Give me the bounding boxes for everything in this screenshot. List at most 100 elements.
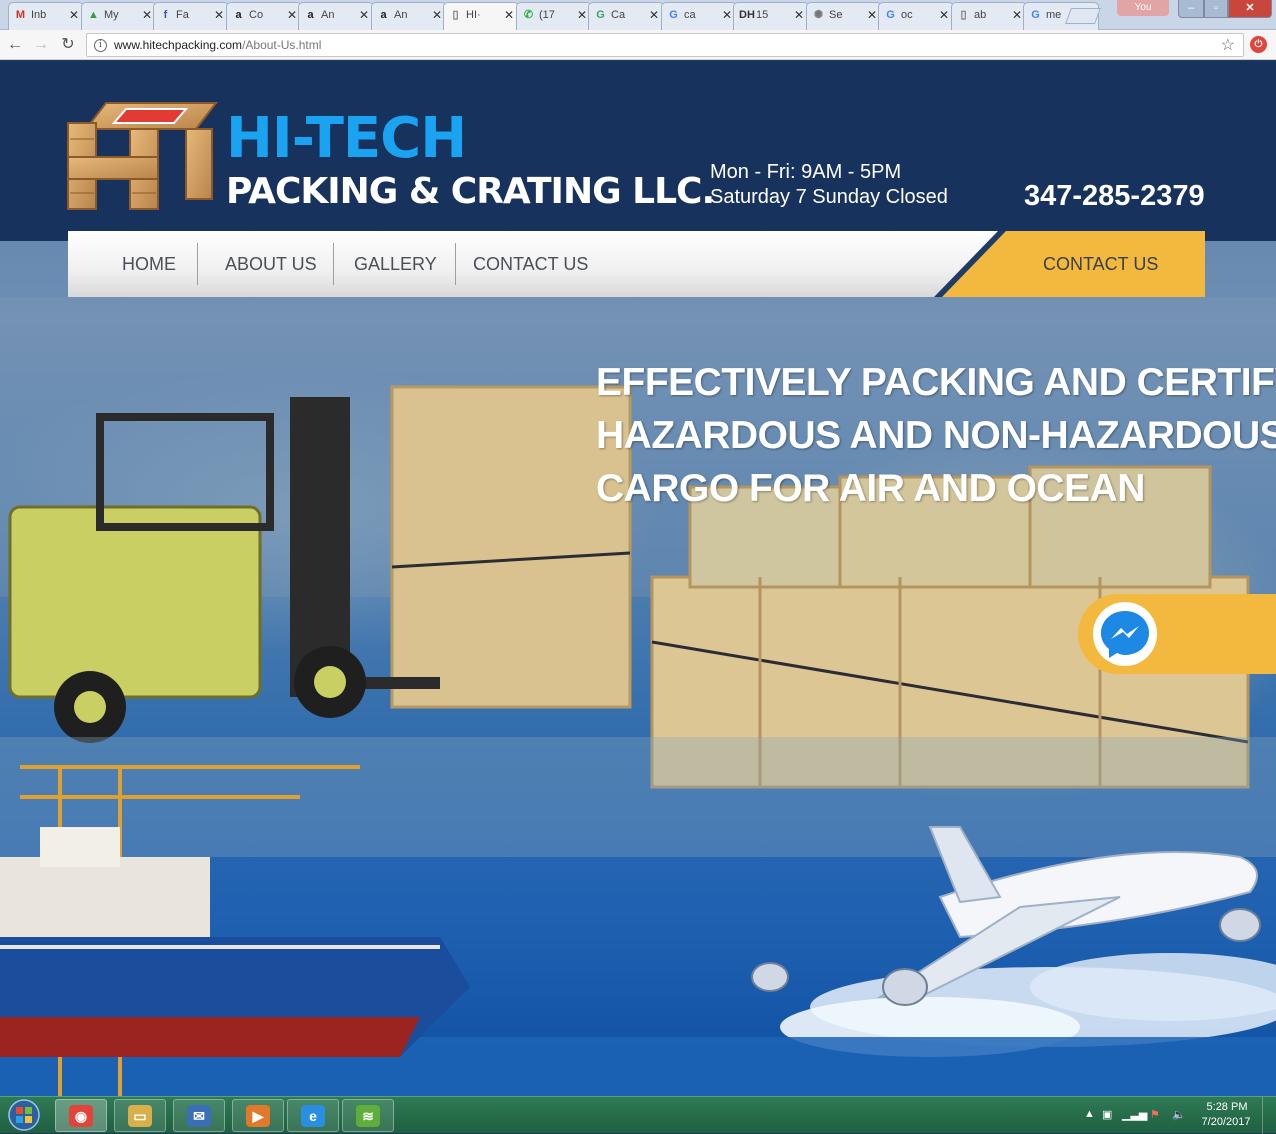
- nav-home[interactable]: HOME: [122, 254, 176, 275]
- brand-name-primary[interactable]: HI-TECH: [226, 109, 467, 169]
- network-signal-icon[interactable]: ▁▃▅: [1122, 1108, 1147, 1121]
- clock-date[interactable]: 7/20/2017: [1198, 1116, 1254, 1128]
- browser-tab-label: me: [1046, 9, 1062, 21]
- browser-tab[interactable]: ✺ Se ✕: [806, 2, 882, 30]
- phone-number[interactable]: 347-285-2379: [1024, 180, 1205, 213]
- whatsapp-icon: ✆: [523, 9, 534, 21]
- hours-weekday: Mon - Fri: 9AM - 5PM: [710, 161, 902, 183]
- maximize-button[interactable]: ▫: [1204, 0, 1228, 18]
- amazon-icon: a: [380, 9, 387, 21]
- close-tab-icon[interactable]: ✕: [287, 8, 297, 22]
- close-tab-icon[interactable]: ✕: [432, 8, 442, 22]
- close-tab-icon[interactable]: ✕: [142, 8, 152, 22]
- hero-headline-line-1: EFFECTIVELY PACKING AND CERTIFYING: [596, 361, 1276, 404]
- show-desktop-button[interactable]: [1262, 1097, 1276, 1134]
- globe-icon: ✺: [813, 9, 824, 21]
- hero-headline-line-2: HAZARDOUS AND NON-HAZARDOUS: [596, 414, 1276, 457]
- volume-icon[interactable]: 🔈: [1172, 1108, 1186, 1121]
- gmail-icon: M: [15, 9, 26, 21]
- hero-headline-line-3: CARGO FOR AIR AND OCEAN: [596, 467, 1145, 510]
- close-tab-icon[interactable]: ✕: [867, 8, 877, 22]
- clock-time[interactable]: 5:28 PM: [1203, 1101, 1251, 1113]
- close-tab-icon[interactable]: ✕: [214, 8, 224, 22]
- browser-tab-label: Ca: [611, 9, 626, 21]
- browser-tab-label: Co: [249, 9, 264, 21]
- dh-icon: DH: [739, 9, 755, 21]
- close-tab-icon[interactable]: ✕: [504, 8, 514, 22]
- taskbar-app-ie[interactable]: e: [287, 1099, 339, 1132]
- browser-tab-label: HI·: [466, 9, 481, 21]
- close-tab-icon[interactable]: ✕: [69, 8, 79, 22]
- taskbar-app-explorer[interactable]: ▭: [114, 1099, 166, 1132]
- amazon-icon: a: [235, 9, 242, 21]
- browser-tab[interactable]: f Fa ✕: [153, 2, 229, 30]
- profile-button[interactable]: You: [1117, 0, 1169, 16]
- show-hidden-icons-icon[interactable]: ▲: [1084, 1108, 1095, 1120]
- browser-tab[interactable]: ✆ (17 ✕: [516, 2, 592, 30]
- close-window-button[interactable]: ✕: [1228, 0, 1272, 18]
- minimize-button[interactable]: –: [1178, 0, 1204, 18]
- nav-about-us[interactable]: ABOUT US: [225, 254, 317, 275]
- close-tab-icon[interactable]: ✕: [359, 8, 369, 22]
- forward-icon[interactable]: →: [30, 34, 52, 56]
- hours-weekend: Saturday 7 Sunday Closed: [710, 186, 948, 208]
- browser-tab[interactable]: ▯ ab ✕: [951, 2, 1027, 30]
- google-icon: G: [669, 9, 678, 21]
- thunderbird-icon: ✉: [187, 1105, 211, 1127]
- messenger-chat-widget[interactable]: [1078, 594, 1276, 674]
- action-center-flag-icon[interactable]: ⚑: [1150, 1108, 1160, 1121]
- address-bar[interactable]: i www.hitechpacking.com/About-Us.html ☆: [86, 33, 1244, 57]
- bookmark-star-icon[interactable]: ☆: [1221, 35, 1235, 55]
- messenger-icon[interactable]: [1092, 601, 1158, 667]
- info-icon[interactable]: i: [94, 39, 107, 52]
- back-icon[interactable]: ←: [4, 34, 26, 56]
- close-tab-icon[interactable]: ✕: [939, 8, 949, 22]
- browser-tab-label: An: [394, 9, 408, 21]
- browser-tab[interactable]: M Inb ✕: [8, 2, 84, 30]
- taskbar-app-chrome[interactable]: ◉: [55, 1099, 107, 1132]
- browser-tab[interactable]: DH 15 ✕: [733, 2, 809, 30]
- google-icon: G: [1031, 9, 1040, 21]
- browser-tab-label: (17: [539, 9, 555, 21]
- close-tab-icon[interactable]: ✕: [1012, 8, 1022, 22]
- taskbar-app-media[interactable]: ▶: [232, 1099, 284, 1132]
- nav-divider: [197, 243, 198, 285]
- taskbar-app-thunderbird[interactable]: ✉: [173, 1099, 225, 1132]
- crate-logo-icon[interactable]: [66, 99, 222, 211]
- browser-tab[interactable]: ▯ HI· ✕: [443, 2, 519, 31]
- facebook-icon: f: [163, 9, 168, 21]
- internet-explorer-icon: e: [301, 1105, 325, 1127]
- cargo-ship: [0, 827, 470, 1057]
- nav-gallery[interactable]: GALLERY: [354, 254, 437, 275]
- close-tab-icon[interactable]: ✕: [649, 8, 659, 22]
- new-tab-button[interactable]: [1065, 8, 1101, 24]
- browser-tab-label: Se: [829, 9, 843, 21]
- browser-tab-label: Fa: [176, 9, 189, 21]
- close-tab-icon[interactable]: ✕: [577, 8, 587, 22]
- browser-tab[interactable]: G Ca ✕: [588, 2, 664, 30]
- url-text: www.hitechpacking.com/About-Us.html: [114, 38, 321, 52]
- device-icon[interactable]: ▣: [1102, 1108, 1112, 1121]
- cta-label: CONTACT US: [1043, 254, 1159, 274]
- browser-tab[interactable]: a An ✕: [298, 2, 374, 30]
- contact-us-cta-button[interactable]: CONTACT US: [934, 231, 1205, 297]
- browser-tab[interactable]: Goc ✕: [878, 2, 954, 30]
- google-drive-icon: ▲: [88, 9, 99, 21]
- green-app-icon: ≋: [356, 1105, 380, 1127]
- brand-name-secondary[interactable]: PACKING & CRATING LLC.: [226, 172, 715, 212]
- extension-icon[interactable]: ⏻: [1250, 36, 1267, 53]
- windows-start-icon[interactable]: [4, 1098, 44, 1133]
- browser-tab[interactable]: a Co ✕: [226, 2, 302, 30]
- url-path: /About-Us.html: [242, 38, 322, 52]
- close-tab-icon[interactable]: ✕: [722, 8, 732, 22]
- browser-tab[interactable]: a An ✕: [371, 2, 447, 30]
- browser-tab-label: oc: [901, 9, 913, 21]
- browser-tab[interactable]: ▲ My ✕: [81, 2, 157, 30]
- reload-icon[interactable]: ↻: [57, 34, 79, 56]
- google-calendar-icon: G: [596, 9, 605, 21]
- nav-contact-us[interactable]: CONTACT US: [473, 254, 588, 275]
- url-host: www.hitechpacking.com: [114, 38, 243, 52]
- taskbar-app-app[interactable]: ≋: [342, 1099, 394, 1132]
- browser-tab[interactable]: Gca ✕: [661, 2, 737, 30]
- close-tab-icon[interactable]: ✕: [794, 8, 804, 22]
